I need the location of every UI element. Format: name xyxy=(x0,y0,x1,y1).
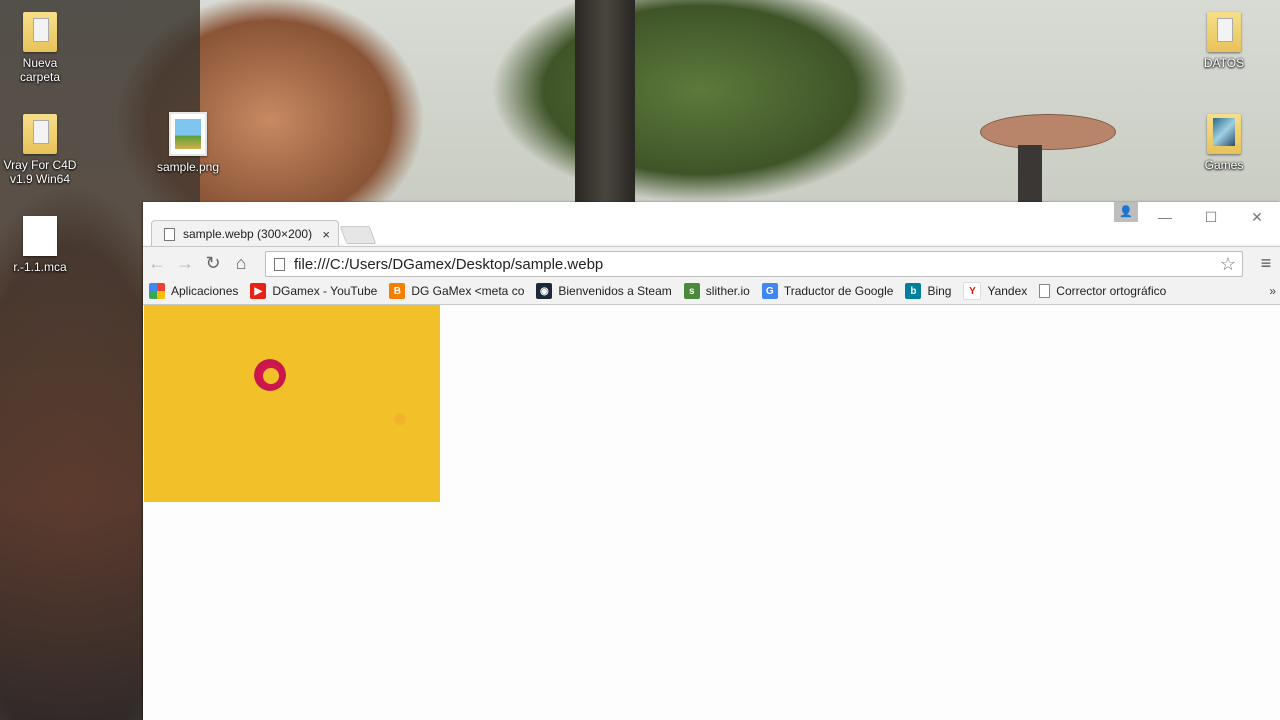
file-icon xyxy=(23,216,57,256)
tab-sample-webp[interactable]: sample.webp (300×200) × xyxy=(151,220,339,247)
wallpaper-structure xyxy=(980,114,1116,150)
desktop-icon-label: r.-1.1.mca xyxy=(13,260,67,274)
maximize-button[interactable]: ☐ xyxy=(1188,202,1234,232)
desktop-icon-label: Games xyxy=(1204,158,1244,172)
bookmarks-overflow-icon[interactable]: » xyxy=(1269,284,1276,298)
bookmark-google-translate[interactable]: G Traductor de Google xyxy=(761,283,894,299)
folder-icon xyxy=(23,114,57,154)
google-translate-icon: G xyxy=(761,283,778,299)
title-bar[interactable]: sample.webp (300×200) × 👤 — ☐ ✕ xyxy=(143,202,1280,247)
wallpaper-structure-stem xyxy=(1018,145,1042,203)
desktop-icon-vray[interactable]: Vray For C4D v1.9 Win64 xyxy=(2,114,78,186)
address-bar[interactable]: file:///C:/Users/DGamex/Desktop/sample.w… xyxy=(265,251,1243,277)
bookmark-corrector[interactable]: Corrector ortográfico xyxy=(1039,284,1166,298)
desktop-icon-label: Vray For C4D v1.9 Win64 xyxy=(3,158,77,186)
folder-icon xyxy=(23,12,57,52)
webp-flower-image xyxy=(144,305,440,502)
bookmark-label: slither.io xyxy=(705,284,750,298)
reload-icon[interactable]: ↻ xyxy=(199,249,227,277)
desktop-icon-datos[interactable]: DATOS xyxy=(1186,12,1262,70)
menu-icon[interactable]: ≡ xyxy=(1256,251,1276,275)
wallpaper-tree xyxy=(575,0,635,205)
bookmark-bing[interactable]: b Bing xyxy=(905,283,951,299)
bookmark-dgamex-youtube[interactable]: ▶ DGamex - YouTube xyxy=(250,283,377,299)
bookmark-steam[interactable]: ◉ Bienvenidos a Steam xyxy=(536,283,672,299)
bookmark-slither[interactable]: s slither.io xyxy=(683,283,750,299)
bookmark-label: Bienvenidos a Steam xyxy=(558,284,672,298)
youtube-icon: ▶ xyxy=(250,283,267,299)
desktop-icon-sample-png[interactable]: sample.png xyxy=(150,112,226,174)
bookmark-label: DGamex - YouTube xyxy=(272,284,378,298)
bookmark-label: Aplicaciones xyxy=(171,284,239,298)
user-profile-icon[interactable]: 👤 xyxy=(1114,202,1138,222)
apps-icon xyxy=(149,283,165,299)
forward-icon[interactable]: → xyxy=(171,249,199,277)
bookmark-label: DG GaMex <meta co xyxy=(411,284,525,298)
yandex-icon: Y xyxy=(963,282,982,300)
close-window-button[interactable]: ✕ xyxy=(1234,202,1280,232)
page-icon xyxy=(164,227,175,241)
bookmark-label: Yandex xyxy=(987,284,1028,298)
new-tab-button[interactable] xyxy=(339,226,377,244)
bookmark-star-icon[interactable]: ☆ xyxy=(1220,254,1236,275)
minimize-button[interactable]: — xyxy=(1142,202,1188,232)
folder-icon xyxy=(1207,114,1241,154)
bing-icon: b xyxy=(905,283,922,299)
navigation-toolbar: ← → ↻ ⌂ file:///C:/Users/DGamex/Desktop/… xyxy=(143,246,1280,279)
desktop-icon-label: DATOS xyxy=(1203,56,1245,70)
browser-window: sample.webp (300×200) × 👤 — ☐ ✕ ← → ↻ ⌂ … xyxy=(143,202,1280,720)
bookmark-aplicaciones[interactable]: Aplicaciones xyxy=(149,283,238,299)
address-url[interactable]: file:///C:/Users/DGamex/Desktop/sample.w… xyxy=(294,256,603,273)
image-file-icon xyxy=(169,112,207,156)
desktop-icon-mca-file[interactable]: r.-1.1.mca xyxy=(2,216,78,274)
tab-close-icon[interactable]: × xyxy=(322,227,330,242)
page-icon xyxy=(1039,284,1051,298)
back-icon[interactable]: ← xyxy=(143,249,171,277)
folder-icon xyxy=(1207,12,1241,52)
steam-icon: ◉ xyxy=(536,283,553,299)
desktop-icon-games[interactable]: Games xyxy=(1186,114,1262,172)
blogger-icon: B xyxy=(389,283,406,299)
bookmarks-bar: Aplicaciones ▶ DGamex - YouTube B DG GaM… xyxy=(143,278,1280,305)
page-icon xyxy=(274,257,285,271)
bookmark-yandex[interactable]: Y Yandex xyxy=(963,282,1027,300)
desktop-icon-label: sample.png xyxy=(156,160,220,174)
bookmark-label: Corrector ortográfico xyxy=(1056,284,1167,298)
home-icon[interactable]: ⌂ xyxy=(227,249,255,277)
flower-center xyxy=(394,413,406,425)
tab-title: sample.webp (300×200) xyxy=(183,227,313,241)
page-content xyxy=(143,305,1280,720)
bookmark-label: Traductor de Google xyxy=(783,284,894,298)
desktop-icon-nueva-carpeta[interactable]: Nueva carpeta xyxy=(2,12,78,84)
bookmark-label: Bing xyxy=(927,284,952,298)
bookmark-dg-gamex[interactable]: B DG GaMex <meta co xyxy=(389,283,524,299)
desktop-icon-label: Nueva carpeta xyxy=(19,56,61,84)
slither-icon: s xyxy=(683,283,700,299)
